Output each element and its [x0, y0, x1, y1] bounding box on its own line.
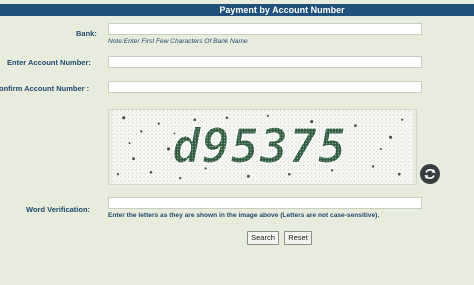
captcha-text: d95375 — [172, 121, 347, 175]
word-verification-input[interactable] — [108, 197, 422, 209]
bank-input[interactable] — [108, 23, 422, 35]
refresh-icon — [424, 169, 436, 179]
refresh-captcha-button[interactable] — [420, 164, 440, 184]
account-number-label: Enter Account Number: — [7, 58, 91, 67]
confirm-account-number-input[interactable] — [108, 81, 422, 93]
confirm-account-number-label: onfirm Account Number : — [0, 84, 90, 93]
page-title: Payment by Account Number — [219, 5, 345, 15]
page-header: Payment by Account Number — [0, 4, 474, 16]
word-verification-hint: Enter the letters as they are shown in t… — [108, 212, 380, 219]
word-verification-label: Word Verification: — [26, 205, 91, 214]
reset-button[interactable]: Reset — [284, 231, 312, 245]
search-button[interactable]: Search — [247, 231, 279, 245]
captcha-image: d95375 — [108, 109, 417, 185]
account-number-input[interactable] — [108, 56, 422, 68]
bank-label: Bank: — [76, 29, 97, 38]
bank-note: Note:Enter First Few Characters Of Bank … — [108, 38, 248, 45]
